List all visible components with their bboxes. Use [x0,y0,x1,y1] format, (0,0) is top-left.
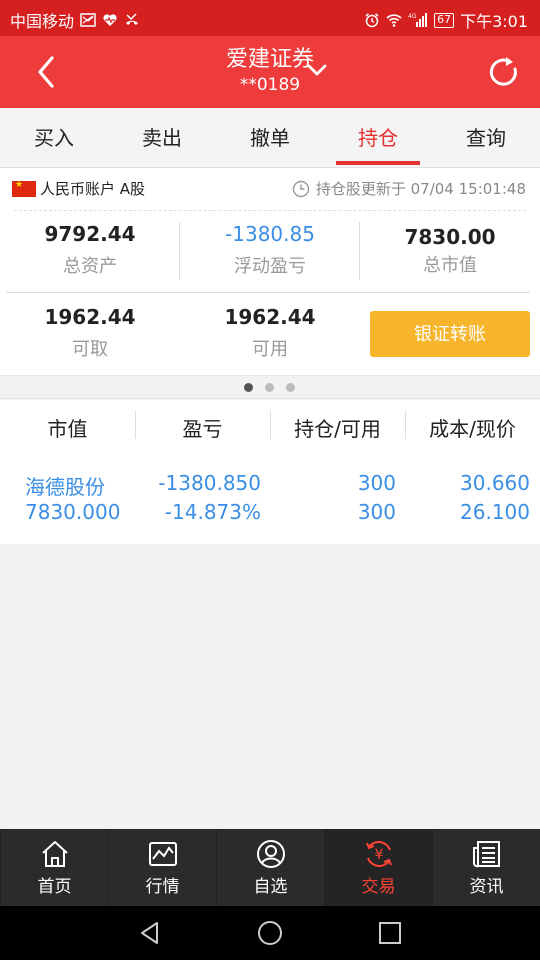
available-funds: 1962.44 可用 [180,305,360,361]
page-indicator [0,375,540,399]
stock-available: 300 [357,500,396,524]
withdrawable: 1962.44 可取 [0,305,180,361]
clock-icon [292,180,310,197]
system-back-icon[interactable] [137,920,163,946]
market-chart-icon [148,842,177,866]
nav-watchlist-label: 自选 [253,877,288,897]
update-time: 持仓股更新于 07/04 15:01:48 [292,178,526,199]
nav-trade[interactable]: ¥ 交易 [324,829,432,906]
nav-home[interactable]: 首页 [0,829,108,906]
stock-profit-loss: -1380.850 [158,471,261,495]
stock-price: 26.100 [460,500,530,524]
system-home-icon[interactable] [257,920,283,946]
tab-buy[interactable]: 买入 [0,108,108,167]
tab-sell[interactable]: 卖出 [108,108,216,167]
call-missed-icon [126,13,139,25]
page-dot-active[interactable] [244,383,253,392]
market-value-label: 总市值 [423,255,477,276]
chevron-down-icon[interactable] [306,62,328,78]
nav-news[interactable]: 资讯 [432,829,540,906]
bank-transfer-button[interactable]: 银证转账 [370,311,530,357]
svg-text:¥: ¥ [374,847,383,863]
account-summary-card: 人民币账户 A股 持仓股更新于 07/04 15:01:48 9792.44 总… [0,168,540,375]
status-bar: 中国移动 4G 67 下午3:01 [0,0,540,36]
svg-text:4G: 4G [408,13,417,20]
system-navigation-bar [0,906,540,960]
column-header-profit-loss[interactable]: 盈亏 [135,410,270,442]
update-time-label: 持仓股更新于 07/04 15:01:48 [315,180,526,198]
broker-title: 爱建证券 [225,47,314,72]
market-value: 7830.00 总市值 [360,225,540,277]
account-type-label: 人民币账户 A股 [40,180,146,198]
tab-positions[interactable]: 持仓 [324,108,432,167]
stock-name: 海德股份 [25,475,105,499]
withdrawable-value: 1962.44 [44,305,136,329]
heart-pulse-icon [103,14,117,26]
divider [14,210,526,211]
nav-home-label: 首页 [37,877,72,897]
stock-position: 300 [357,471,396,495]
message-icon [80,13,96,27]
available-value: 1962.44 [224,305,316,329]
carrier-label: 中国移动 [10,12,75,31]
yuan-exchange-icon: ¥ [365,841,392,867]
broker-selector[interactable]: 爱建证券 **0189 [0,46,540,96]
clock-time: 下午3:01 [460,12,528,31]
stock-profit-loss-pct: -14.873% [164,500,261,524]
bottom-navigation: 首页 行情 自选 ¥ 交易 资讯 [0,829,540,906]
wifi-icon [386,14,402,27]
tab-query[interactable]: 查询 [432,108,540,167]
market-value-value: 7830.00 [404,225,496,249]
alarm-icon [365,13,379,28]
floating-pl-value: -1380.85 [225,222,315,246]
home-icon [41,841,68,867]
page-dot[interactable] [265,383,274,392]
china-flag-icon [12,180,36,197]
nav-market[interactable]: 行情 [108,829,216,906]
total-assets-value: 9792.44 [44,222,136,246]
battery-indicator: 67 [434,12,455,28]
nav-news-label: 资讯 [469,877,504,897]
app-header: 爱建证券 **0189 [0,36,540,108]
account-number: **0189 [239,75,301,95]
signal-4g-icon: 4G [408,13,428,27]
page-dot[interactable] [286,383,295,392]
column-header-position[interactable]: 持仓/可用 [270,410,405,442]
total-assets: 9792.44 总资产 [0,222,180,278]
column-header-market-value[interactable]: 市值 [0,413,135,442]
floating-pl-label: 浮动盈亏 [234,256,306,277]
column-header-cost-price[interactable]: 成本/现价 [405,410,540,442]
trade-tabs: 买入 卖出 撤单 持仓 查询 [0,108,540,168]
stock-cost: 30.660 [460,471,530,495]
nav-watchlist[interactable]: 自选 [216,829,324,906]
refresh-icon[interactable] [486,54,522,90]
nav-trade-label: 交易 [361,877,396,897]
divider [6,292,530,293]
user-circle-icon [256,840,285,868]
news-icon [472,841,500,868]
account-type: 人民币账户 A股 [12,178,145,199]
system-recents-icon[interactable] [377,920,403,946]
available-label: 可用 [252,339,288,360]
positions-table-header: 市值 盈亏 持仓/可用 成本/现价 [0,400,540,454]
stock-market-value: 7830.000 [25,500,121,524]
tab-cancel-order[interactable]: 撤单 [216,108,324,167]
total-assets-label: 总资产 [63,256,117,277]
withdrawable-label: 可取 [72,339,108,360]
floating-pl: -1380.85 浮动盈亏 [180,222,360,278]
positions-list: 海德股份 7830.000 -1380.850 -14.873% 300 300… [0,454,540,544]
nav-market-label: 行情 [145,877,180,897]
